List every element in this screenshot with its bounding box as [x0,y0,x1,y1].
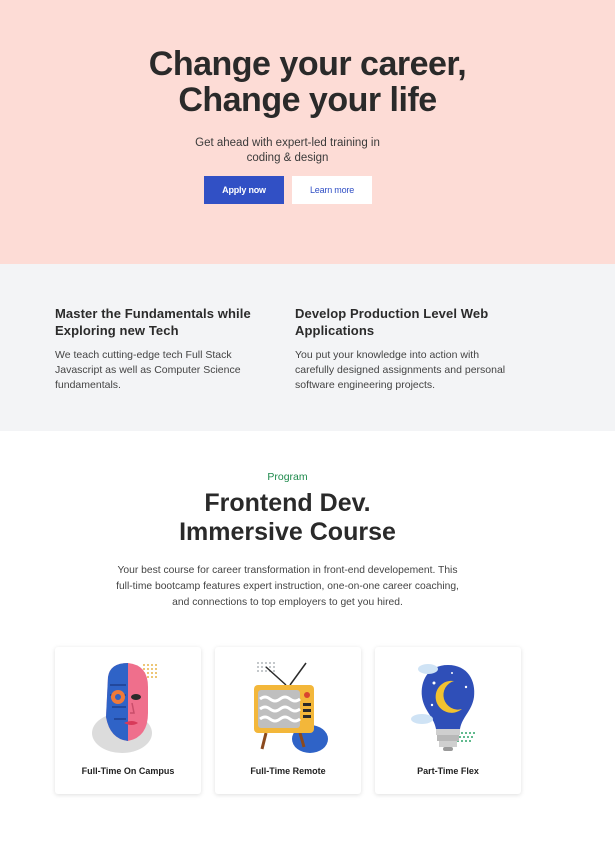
feature-text-line2: Javascript as well as Computer Science [55,364,241,376]
hero-subtitle-line2: coding & design [246,152,329,164]
feature-production-apps: Develop Production Level Web Application… [295,305,525,393]
hero-title-line2: Change your life [178,81,437,119]
feature-text-line3: software engineering projects. [295,379,436,391]
card-label: Part-Time Flex [417,766,479,776]
hero-subtitle-line1: Get ahead with expert-led training in [195,137,380,149]
feature-text-line1: You put your knowledge into action with [295,349,480,361]
apply-now-button[interactable]: Apply now [204,176,284,204]
hero-title: Change your career, Change your life [0,46,615,118]
course-card-remote[interactable]: Full-Time Remote [215,647,361,794]
card-label: Full-Time Remote [250,766,326,776]
program-title: Frontend Dev. Immersive Course [0,489,575,547]
feature-title: Master the Fundamentals while Exploring … [55,305,285,339]
course-card-on-campus[interactable]: Full-Time On Campus [55,647,201,794]
feature-description: We teach cutting-edge tech Full Stack Ja… [55,348,285,393]
hero-title-line1: Change your career, [148,45,467,83]
feature-title-line1: Develop Production Level Web [295,306,489,321]
feature-description: You put your knowledge into action with … [295,348,525,393]
program-desc-line2: full-time bootcamp features expert instr… [116,581,459,592]
course-card-part-time[interactable]: Part-Time Flex [375,647,521,794]
retro-tv-icon [254,662,328,753]
card-label: Full-Time On Campus [81,766,175,776]
program-section: Program Frontend Dev. Immersive Course Y… [0,431,615,848]
hero-subtitle: Get ahead with expert-led training in co… [0,136,575,166]
program-eyebrow: Program [267,471,308,483]
night-lightbulb-icon [411,664,475,751]
feature-text-line3: fundamentals. [55,379,121,391]
hero-section: Change your career, Change your life Get… [0,0,615,264]
learn-more-button[interactable]: Learn more [292,176,372,204]
cyborg-face-icon [92,663,157,753]
program-desc-line3: and connections to top employers to get … [172,597,403,608]
feature-text-line2: carefully designed assignments and perso… [295,364,506,376]
feature-title-line2: Applications [295,323,375,338]
program-description: Your best course for career transformati… [92,563,483,611]
program-title-line1: Frontend Dev. [204,489,371,517]
feature-title-line2: Exploring new Tech [55,323,179,338]
program-title-line2: Immersive Course [179,518,396,546]
feature-title-line1: Master the Fundamentals while [55,306,251,321]
feature-title: Develop Production Level Web Application… [295,305,525,339]
feature-fundamentals: Master the Fundamentals while Exploring … [55,305,285,393]
program-desc-line1: Your best course for career transformati… [117,565,458,576]
feature-text-line1: We teach cutting-edge tech Full Stack [55,349,232,361]
features-section: Master the Fundamentals while Exploring … [0,264,615,431]
